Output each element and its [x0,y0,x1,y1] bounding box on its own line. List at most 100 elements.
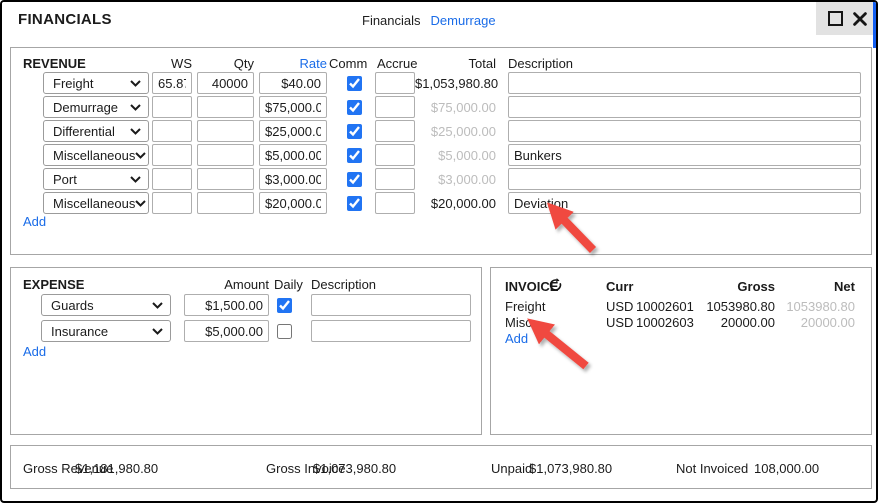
revenue-type-select[interactable]: Port [43,168,149,190]
description-input[interactable] [508,120,861,142]
description-input[interactable] [311,294,471,316]
revenue-header-total: Total [415,56,496,71]
amount-input[interactable] [184,320,269,342]
tab-financials[interactable]: Financials [362,13,421,28]
chevron-down-icon [135,152,146,159]
chevron-down-icon [135,200,146,207]
chevron-down-icon [130,176,141,183]
qty-input[interactable] [197,168,254,190]
expense-type-select[interactable]: Guards [41,294,171,316]
ws-input[interactable] [152,192,192,214]
invoice-panel: INVOICE Curr Gross Net Freight USD 10002… [490,267,872,435]
rate-input[interactable] [259,168,327,190]
ws-input[interactable] [152,168,192,190]
comm-checkbox[interactable] [347,172,362,187]
gross-revenue-value: $1,181,980.80 [75,461,158,476]
daily-checkbox[interactable] [277,298,292,313]
daily-checkbox[interactable] [277,324,292,339]
invoice-row: Misc USD 10002603 20000.00 20000.00 [491,315,871,331]
revenue-type-select[interactable]: Freight [43,72,149,94]
qty-input[interactable] [197,96,254,118]
revenue-row: Differential $25,000.00 [11,119,871,143]
expense-type-select[interactable]: Insurance [41,320,171,342]
window-edge-highlight [873,2,876,48]
revenue-type-select[interactable]: Demurrage [43,96,149,118]
comm-checkbox[interactable] [347,100,362,115]
accrue-input[interactable] [375,96,415,118]
accrue-input[interactable] [375,192,415,214]
accrue-input[interactable] [375,144,415,166]
chevron-down-icon [152,328,163,335]
description-input[interactable] [508,96,861,118]
accrue-input[interactable] [375,72,415,94]
description-input[interactable] [311,320,471,342]
invoice-row-label: Freight [505,299,545,315]
header-tabs: Financials Demurrage [362,13,496,28]
revenue-title: REVENUE [23,56,86,71]
qty-input[interactable] [197,120,254,142]
revenue-row: Freight $1,053,980.80 [11,71,871,95]
ws-input[interactable] [152,120,192,142]
maximize-icon[interactable] [828,11,843,26]
description-input[interactable] [508,72,861,94]
revenue-header-ws: WS [152,56,192,71]
revenue-header-rate-link[interactable]: Rate [259,56,327,71]
title-bar: FINANCIALS Financials Demurrage [2,2,876,38]
invoice-add-link[interactable]: Add [505,331,528,346]
revenue-header-description: Description [508,56,573,71]
expense-add-link[interactable]: Add [23,344,46,359]
expense-row: Insurance [11,318,481,344]
not-invoiced-label: Not Invoiced [676,461,748,476]
ws-input[interactable] [152,144,192,166]
invoice-net: 1053980.80 [755,299,855,315]
summary-bar: Gross Revenue $1,181,980.80 Gross Invoic… [10,445,872,489]
expense-header-amount: Amount [184,277,269,292]
comm-checkbox[interactable] [347,148,362,163]
description-input[interactable] [508,168,861,190]
revenue-row: Demurrage $75,000.00 [11,95,871,119]
invoice-net: 20000.00 [755,315,855,331]
revenue-row: Port $3,000.00 [11,167,871,191]
revenue-total: $20,000.00 [415,196,496,211]
description-input[interactable] [508,144,861,166]
accrue-input[interactable] [375,120,415,142]
tab-demurrage[interactable]: Demurrage [431,13,496,28]
rate-input[interactable] [259,144,327,166]
chevron-down-icon [130,80,141,87]
rate-input[interactable] [259,120,327,142]
qty-input[interactable] [197,72,254,94]
qty-input[interactable] [197,192,254,214]
unpaid-label: Unpaid [491,461,532,476]
description-input[interactable] [508,192,861,214]
chevron-down-icon [130,104,141,111]
qty-input[interactable] [197,144,254,166]
refresh-icon[interactable] [548,277,563,295]
rate-input[interactable] [259,72,327,94]
chevron-down-icon [152,302,163,309]
ws-input[interactable] [152,96,192,118]
revenue-type-select[interactable]: Differential [43,120,149,142]
revenue-header-accrue: Accrue [377,56,417,71]
comm-checkbox[interactable] [347,196,362,211]
revenue-total: $5,000.00 [415,148,496,163]
invoice-header-curr: Curr [606,279,633,294]
unpaid-value: $1,073,980.80 [529,461,612,476]
expense-row: Guards [11,292,481,318]
accrue-input[interactable] [375,168,415,190]
ws-input[interactable] [152,72,192,94]
rate-input[interactable] [259,96,327,118]
revenue-add-link[interactable]: Add [23,214,46,229]
revenue-type-select[interactable]: Miscellaneous [43,192,149,214]
revenue-panel: REVENUE WS Qty Rate Comm Accrue Total De… [10,47,872,255]
amount-input[interactable] [184,294,269,316]
chevron-down-icon [130,128,141,135]
comm-checkbox[interactable] [347,124,362,139]
comm-checkbox[interactable] [347,76,362,91]
close-icon[interactable] [852,11,867,26]
invoice-currency: USD [606,315,633,331]
revenue-total: $25,000.00 [415,124,496,139]
page-title: FINANCIALS [18,11,112,28]
expense-panel: EXPENSE Amount Daily Description Guards … [10,267,482,435]
revenue-type-select[interactable]: Miscellaneous [43,144,149,166]
rate-input[interactable] [259,192,327,214]
